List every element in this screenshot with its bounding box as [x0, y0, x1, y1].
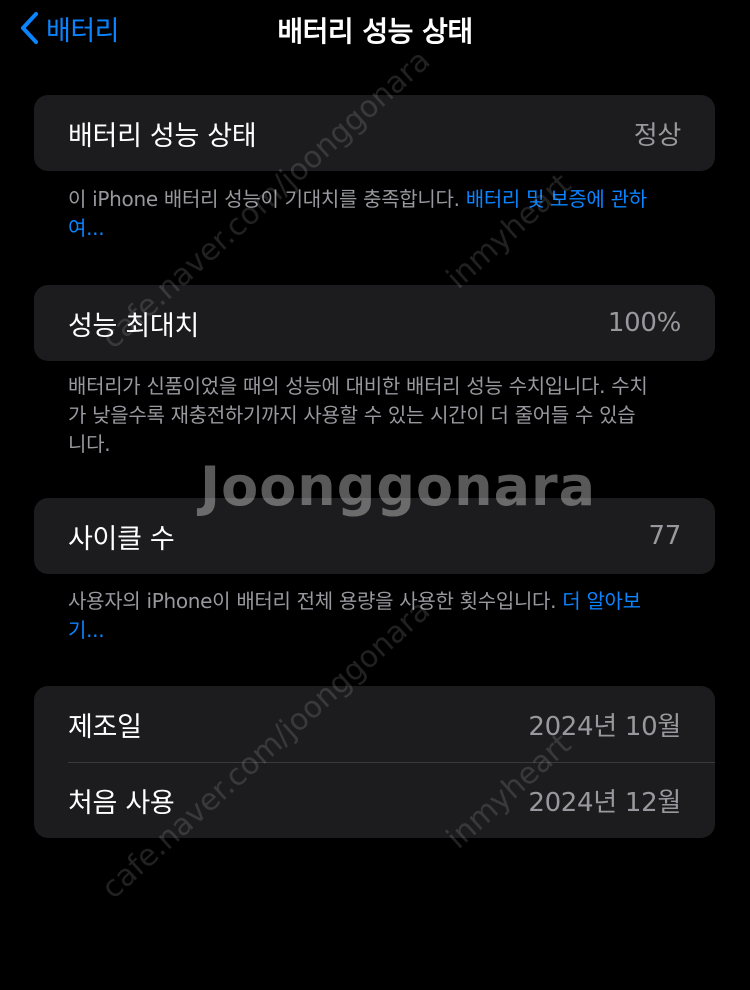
cycle-count-group: 사이클 수 77	[34, 498, 715, 574]
battery-health-value: 정상	[633, 120, 682, 151]
max-capacity-group: 성능 최대치 100%	[34, 285, 715, 361]
cycle-count-value: 77	[648, 521, 682, 551]
manufacture-date-row: 제조일 2024년 10월	[34, 686, 715, 762]
battery-health-footer: 이 iPhone 배터리 성능이 기대치를 충족합니다. 배터리 및 보증에 관…	[68, 185, 668, 243]
first-use-value: 2024년 12월	[528, 787, 681, 818]
max-capacity-value: 100%	[607, 308, 681, 338]
first-use-row: 처음 사용 2024년 12월	[34, 762, 715, 838]
manufacture-date-label: 제조일	[68, 711, 142, 743]
navigation-bar: 배터리 배터리 성능 상태	[0, 0, 750, 60]
page-title: 배터리 성능 상태	[277, 15, 473, 48]
first-use-label: 처음 사용	[68, 787, 175, 819]
max-capacity-label: 성능 최대치	[68, 310, 199, 342]
battery-health-group: 배터리 성능 상태 정상	[34, 95, 715, 171]
battery-health-footer-text: 이 iPhone 배터리 성능이 기대치를 충족합니다.	[68, 187, 466, 211]
cycle-count-row: 사이클 수 77	[34, 498, 715, 574]
manufacture-date-value: 2024년 10월	[528, 711, 681, 742]
cycle-count-footer: 사용자의 iPhone이 배터리 전체 용량을 사용한 횟수입니다. 더 알아보…	[68, 587, 648, 645]
max-capacity-footer: 배터리가 신품이었을 때의 성능에 대비한 배터리 성능 수치입니다. 수치가 …	[68, 374, 648, 456]
cycle-count-footer-text: 사용자의 iPhone이 배터리 전체 용량을 사용한 횟수입니다.	[68, 589, 563, 613]
max-capacity-row: 성능 최대치 100%	[34, 285, 715, 361]
cycle-count-label: 사이클 수	[68, 523, 175, 555]
dates-group: 제조일 2024년 10월 처음 사용 2024년 12월	[34, 686, 715, 838]
battery-health-row: 배터리 성능 상태 정상	[34, 95, 715, 171]
battery-health-label: 배터리 성능 상태	[68, 120, 257, 152]
